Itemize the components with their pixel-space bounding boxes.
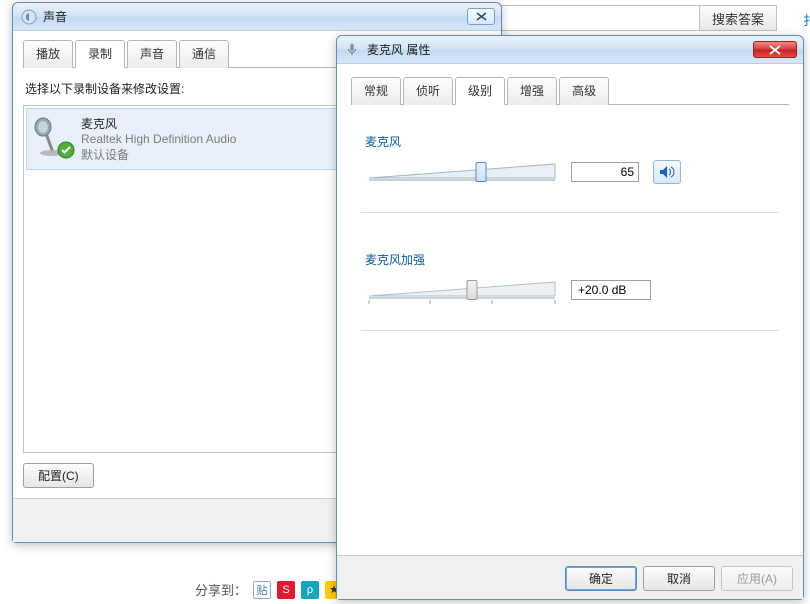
mic-boost-label: 麦克风加强 <box>365 251 775 268</box>
device-name: 麦克风 <box>81 115 236 132</box>
sound-titlebar[interactable]: 声音 <box>13 3 501 31</box>
mic-level-label: 麦克风 <box>365 133 775 150</box>
prop-titlebar[interactable]: 麦克风 属性 <box>337 36 803 64</box>
tab-communications[interactable]: 通信 <box>179 40 229 68</box>
search-input[interactable] <box>500 5 700 31</box>
search-button[interactable]: 搜索答案 <box>700 5 777 31</box>
default-check-icon <box>57 141 75 159</box>
mic-properties-dialog: 麦克风 属性 常规 侦听 级别 增强 高级 麦克风 65 <box>336 35 804 600</box>
share-label: 分享到： <box>195 580 247 599</box>
tab-sounds[interactable]: 声音 <box>127 40 177 68</box>
share-space-icon[interactable]: ρ <box>301 581 319 599</box>
device-driver: Realtek High Definition Audio <box>81 132 236 146</box>
mic-level-thumb[interactable] <box>476 162 487 182</box>
tab-levels[interactable]: 级别 <box>455 77 505 105</box>
mic-boost-value[interactable]: +20.0 dB <box>571 280 651 300</box>
search-bar: 搜索答案 <box>500 5 777 31</box>
mic-boost-slider[interactable] <box>367 276 557 304</box>
help-link[interactable]: 扌 <box>803 10 810 29</box>
tab-playback[interactable]: 播放 <box>23 40 73 68</box>
sound-title: 声音 <box>43 8 465 25</box>
speaker-icon <box>21 9 37 25</box>
prop-cancel-button[interactable]: 取消 <box>643 566 715 591</box>
close-button[interactable] <box>467 8 495 25</box>
tab-enhancement[interactable]: 增强 <box>507 77 557 105</box>
share-weibo-icon[interactable]: S <box>277 581 295 599</box>
mic-mute-button[interactable] <box>653 160 681 184</box>
prop-apply-button[interactable]: 应用(A) <box>721 566 793 591</box>
prop-ok-button[interactable]: 确定 <box>565 566 637 591</box>
tab-recording[interactable]: 录制 <box>75 40 125 68</box>
prop-tabs: 常规 侦听 级别 增强 高级 <box>351 76 789 105</box>
prop-title: 麦克风 属性 <box>367 41 751 58</box>
tab-listen[interactable]: 侦听 <box>403 77 453 105</box>
tab-advanced[interactable]: 高级 <box>559 77 609 105</box>
microphone-small-icon <box>345 42 361 58</box>
share-baidu-icon[interactable]: 贴 <box>253 581 271 599</box>
prop-close-button[interactable] <box>753 41 797 58</box>
configure-button[interactable]: 配置(C) <box>23 463 94 488</box>
tab-general[interactable]: 常规 <box>351 77 401 105</box>
microphone-icon <box>31 115 73 157</box>
mic-boost-thumb[interactable] <box>466 280 477 300</box>
device-status: 默认设备 <box>81 146 236 163</box>
mic-level-slider[interactable] <box>367 158 557 186</box>
mic-level-value[interactable]: 65 <box>571 162 639 182</box>
